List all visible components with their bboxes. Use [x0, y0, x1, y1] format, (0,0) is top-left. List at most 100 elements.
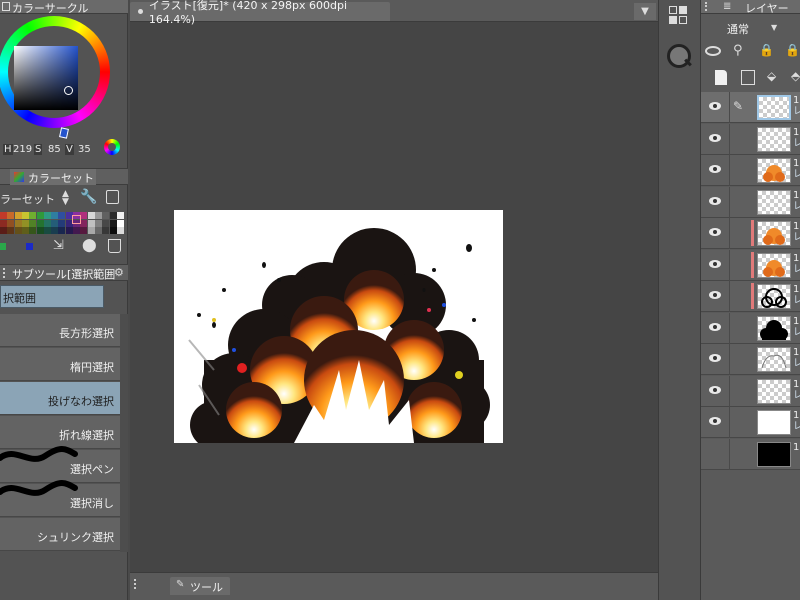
color-swatch[interactable]: [65, 227, 73, 235]
color-swatch[interactable]: [43, 219, 51, 227]
layer-row[interactable]: 1レ: [701, 281, 800, 312]
subtool-scrollbar[interactable]: [120, 314, 128, 552]
color-swatch[interactable]: [0, 219, 7, 227]
color-swatch[interactable]: [21, 219, 29, 227]
subtool-item-polyline-select[interactable]: 折れ線選択: [0, 416, 120, 449]
layer-row[interactable]: 1レ: [701, 218, 800, 249]
wrench-icon[interactable]: 🔧: [80, 189, 97, 205]
color-swatch[interactable]: [29, 212, 37, 219]
color-swatch[interactable]: [102, 212, 110, 219]
color-swatch-grid[interactable]: [0, 212, 124, 236]
eye-visibility-icon[interactable]: [709, 102, 721, 110]
eye-visibility-icon[interactable]: [709, 322, 721, 331]
color-swatch[interactable]: [43, 212, 51, 219]
color-swatch[interactable]: [7, 227, 15, 235]
layer-row[interactable]: 10レ: [701, 123, 800, 155]
eye-visibility-icon[interactable]: [709, 417, 721, 425]
tab-color-set[interactable]: カラーセット: [10, 169, 96, 185]
color-drop-icon[interactable]: ⬤: [82, 238, 97, 253]
color-swatch[interactable]: [109, 227, 117, 235]
color-mode-toggle-icon[interactable]: [104, 139, 120, 155]
layer-row[interactable]: 10レ: [701, 344, 800, 375]
color-swatch[interactable]: [29, 227, 37, 235]
tab-close-dot-icon[interactable]: [138, 9, 143, 14]
eye-visibility-icon[interactable]: [709, 259, 721, 268]
color-swatch[interactable]: [94, 212, 102, 219]
color-swatch[interactable]: [80, 212, 88, 219]
color-swatch[interactable]: [116, 219, 124, 227]
color-swatch[interactable]: [51, 212, 59, 219]
layer-thumbnail[interactable]: [757, 378, 791, 404]
color-swatch[interactable]: [21, 227, 29, 235]
color-swatch[interactable]: [80, 219, 88, 227]
eye-visibility-icon[interactable]: [709, 291, 721, 299]
subtool-item-shrink-select[interactable]: シュリンク選択: [0, 518, 120, 551]
subtool-item-lasso-select[interactable]: 投げなわ選択: [0, 382, 120, 415]
sv-picker-handle[interactable]: [64, 86, 73, 95]
subtool-menu-gear-icon[interactable]: ⚙: [114, 266, 124, 279]
color-swatch[interactable]: [14, 227, 22, 235]
layer-thumbnail[interactable]: [757, 189, 791, 215]
combine-layer-icon[interactable]: ⬘: [791, 69, 800, 83]
color-swatch[interactable]: [87, 212, 95, 219]
eye-visibility-icon[interactable]: [709, 133, 721, 142]
panel-grip-icon[interactable]: [134, 579, 142, 589]
layer-row[interactable]: 10レ: [701, 312, 800, 344]
transfer-down-icon[interactable]: ⬙: [767, 69, 776, 83]
layer-thumbnail[interactable]: [757, 158, 791, 183]
hue-picker-handle[interactable]: [59, 127, 69, 139]
layer-row[interactable]: ✎ 10レ: [701, 92, 800, 123]
tab-tool[interactable]: ✎ ツール: [170, 577, 230, 595]
eye-visibility-icon[interactable]: [709, 385, 721, 394]
zoom-search-icon[interactable]: [667, 44, 692, 68]
eye-visibility-icon[interactable]: [709, 165, 721, 173]
color-swatch[interactable]: [87, 227, 95, 235]
dropdown-stepper-icon[interactable]: ▲ ▼: [62, 190, 69, 207]
color-swatch[interactable]: [94, 219, 102, 227]
layer-thumbnail[interactable]: [757, 347, 791, 372]
color-swatch[interactable]: [87, 219, 95, 227]
layer-thumbnail[interactable]: [757, 441, 791, 467]
color-swatch[interactable]: [116, 212, 124, 219]
color-swatch[interactable]: [58, 219, 66, 227]
tab-list-dropdown-icon[interactable]: ▼: [634, 3, 656, 20]
eye-visibility-icon[interactable]: [709, 354, 721, 362]
color-swatch[interactable]: [0, 227, 7, 235]
color-swatch[interactable]: [43, 227, 51, 235]
document-tab[interactable]: イラスト[復元]* (420 x 298px 600dpi 164.4%): [130, 0, 390, 26]
lock-transparency-icon[interactable]: 🔒: [785, 43, 800, 57]
layer-row[interactable]: 10レ: [701, 375, 800, 407]
saturation-value[interactable]: 85: [48, 144, 61, 155]
color-set-settings-icon[interactable]: [106, 190, 119, 204]
color-swatch[interactable]: [102, 219, 110, 227]
new-layer-folder-icon[interactable]: [741, 70, 755, 85]
blend-mode-dropdown[interactable]: 通常: [727, 21, 749, 37]
layer-row[interactable]: 10レ: [701, 155, 800, 186]
layer-thumbnail[interactable]: [757, 252, 791, 278]
layer-thumbnail[interactable]: [757, 221, 791, 246]
panel-grip-icon[interactable]: [705, 2, 711, 11]
color-swatch[interactable]: [7, 219, 15, 227]
color-set-dropdown[interactable]: ラーセット: [0, 191, 55, 207]
color-swatch[interactable]: [109, 219, 117, 227]
color-swatch[interactable]: [0, 212, 7, 219]
color-swatch[interactable]: [7, 212, 15, 219]
color-swatch[interactable]: [94, 227, 102, 235]
navigator-grid-icon[interactable]: [669, 6, 689, 26]
eye-visibility-icon[interactable]: [709, 196, 721, 205]
layer-thumbnail[interactable]: [757, 410, 791, 435]
subtool-item-selection-eraser[interactable]: 選択消し: [0, 480, 120, 517]
color-swatch[interactable]: [36, 212, 44, 219]
chevron-down-icon[interactable]: ▼: [771, 23, 777, 32]
panel-grip-icon[interactable]: [3, 268, 9, 278]
subtool-item-ellipse-select[interactable]: 楕円選択: [0, 348, 120, 381]
value-value[interactable]: 35: [78, 144, 91, 155]
color-swatch[interactable]: [14, 212, 22, 219]
layer-row[interactable]: 10レ: [701, 407, 800, 438]
subtool-item-rectangle-select[interactable]: 長方形選択: [0, 314, 120, 347]
color-swatch[interactable]: [109, 212, 117, 219]
color-swatch[interactable]: [58, 212, 66, 219]
layer-thumbnail[interactable]: [757, 284, 791, 309]
color-swatch[interactable]: [102, 227, 110, 235]
layer-list[interactable]: ✎10レ10レ10レ10レ1レ1レ1レ10レ10レ10レ10レ10: [701, 92, 800, 472]
